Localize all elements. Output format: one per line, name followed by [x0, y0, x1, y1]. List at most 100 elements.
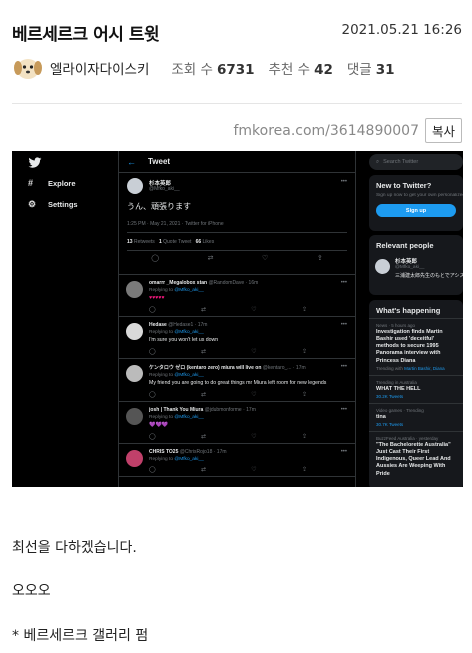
avatar[interactable] [126, 450, 143, 468]
reply-tweet[interactable]: ••• josh | Thank You Miura @jdubmonforme … [119, 402, 355, 445]
more-icon[interactable]: ••• [341, 322, 347, 328]
permalink[interactable]: fmkorea.com/3614890007 [233, 123, 419, 139]
relevant-people-panel: Relevant people 杉本英郎 @Mfko_aki__ 三浦建太郎先生… [369, 235, 463, 295]
trend-item[interactable]: BuzzFeed Australia · yesterday "The Bache… [369, 430, 463, 483]
reply-actions: ◯ ⇄ ♡ ⇪ [149, 466, 347, 473]
author-row: 엘라이자다이스키 조회 수 6731 추천 수 42 댓글 31 [12, 54, 462, 82]
avatar[interactable] [127, 178, 143, 194]
divider [127, 232, 347, 233]
reply-icon[interactable]: ◯ [149, 391, 156, 398]
retweet-icon[interactable]: ⇄ [201, 306, 206, 313]
signup-button[interactable]: Sign up [376, 204, 456, 217]
trends-panel: What's happening News · 5 hours ago Inves… [369, 300, 463, 487]
signup-subtitle: Sign up now to get your own personalized… [376, 193, 463, 198]
trend-item[interactable]: Trending in Australia WHAT THE HELL 30.2K… [369, 374, 463, 403]
twitter-bird-icon[interactable] [28, 157, 42, 169]
replying-to: Replying to @Mfko_aki__ [149, 330, 204, 336]
gear-icon: ⚙ [28, 199, 37, 209]
reply-actions: ◯ ⇄ ♡ ⇪ [149, 391, 347, 398]
comment-count[interactable]: 댓글 31 [347, 58, 395, 78]
avatar[interactable] [126, 281, 143, 298]
signup-panel: New to Twitter? Sign up now to get your … [369, 175, 463, 231]
share-icon[interactable]: ⇪ [317, 254, 323, 262]
reply-tweet[interactable]: ••• ケンタロウ ゼロ (kentaro zero) miura will li… [119, 359, 355, 403]
reply-text: ♥♥♥♥♥ [149, 295, 165, 301]
twitter-screenshot: # Explore ⚙ Settings ← Tweet 杉本英郎 @Mfko_ak… [12, 151, 463, 487]
back-arrow-icon[interactable]: ← [127, 157, 136, 167]
tweet-text: うん、頑張ります [127, 202, 191, 211]
trend-category: Video games · Trending [376, 407, 424, 413]
reply-icon[interactable]: ◯ [149, 433, 156, 440]
trends-title: What's happening [376, 306, 441, 315]
more-icon[interactable]: ••• [341, 280, 347, 286]
like-icon[interactable]: ♡ [251, 433, 256, 440]
nav-settings[interactable]: ⚙ Settings [28, 199, 78, 210]
reply-actions: ◯ ⇄ ♡ ⇪ [149, 433, 347, 440]
reply-icon[interactable]: ◯ [149, 348, 156, 355]
reply-icon[interactable]: ◯ [149, 306, 156, 313]
like-icon[interactable]: ♡ [262, 254, 268, 262]
avatar[interactable] [12, 54, 44, 82]
more-icon[interactable]: ••• [341, 449, 347, 455]
like-icon[interactable]: ♡ [251, 348, 256, 355]
relevant-person[interactable]: 杉本英郎 @Mfko_aki__ 三浦建太郎先生のもとでアシスタントの仕事をして… [369, 253, 463, 283]
reply-author: josh | Thank You Miura @jdubmonforme · 1… [149, 407, 256, 414]
replying-to: Replying to @Mfko_aki__ [149, 457, 204, 463]
tweet-actions: ◯ ⇄ ♡ ⇪ [127, 254, 347, 262]
share-icon[interactable]: ⇪ [302, 466, 307, 473]
tweet-author-handle[interactable]: @Mfko_aki__ [149, 186, 180, 192]
share-icon[interactable]: ⇪ [302, 391, 307, 398]
avatar[interactable] [126, 323, 143, 341]
reply-tweet[interactable]: ••• omarrr _Megalobox stan @RandomDave · … [119, 275, 355, 318]
trend-category: Trending in Australia [376, 379, 417, 385]
nav-explore[interactable]: # Explore [28, 178, 76, 188]
author-nickname[interactable]: 엘라이자다이스키 [50, 58, 149, 78]
trend-category: BuzzFeed Australia · yesterday [376, 435, 439, 441]
trend-list: News · 5 hours ago Investigation finds Ma… [369, 318, 463, 483]
avatar[interactable] [375, 259, 390, 274]
reply-tweet[interactable]: ••• Hedase @Hedase1 · 17m Replying to @Mfk… [119, 317, 355, 360]
reply-text: I'm sure you won't let us down [149, 337, 219, 344]
reply-author: Hedase @Hedase1 · 17m [149, 322, 208, 329]
trend-item[interactable]: News · 5 hours ago Investigation finds Ma… [369, 318, 463, 375]
retweet-icon[interactable]: ⇄ [201, 348, 206, 355]
divider [127, 250, 347, 251]
reply-icon[interactable]: ◯ [151, 254, 159, 262]
avatar[interactable] [126, 365, 143, 383]
search-input[interactable]: ⌕ Search Twitter [369, 154, 463, 170]
reply-text: 💜💜💜 [149, 422, 169, 429]
trend-title: tina [376, 413, 386, 420]
retweet-icon[interactable]: ⇄ [201, 466, 206, 473]
reply-text: My friend you are going to do great thin… [149, 380, 327, 387]
like-icon[interactable]: ♡ [251, 306, 256, 313]
copy-button[interactable]: 복사 [424, 118, 462, 143]
share-icon[interactable]: ⇪ [302, 348, 307, 355]
more-icon[interactable]: ••• [341, 179, 347, 185]
more-icon[interactable]: ••• [341, 407, 347, 413]
share-icon[interactable]: ⇪ [302, 433, 307, 440]
reply-icon[interactable]: ◯ [149, 466, 156, 473]
reply-author: CHRIS TO25 @ChrisRojo18 · 17m [149, 449, 227, 456]
reply-tweet[interactable]: ••• CHRIS TO25 @ChrisRojo18 · 17m Replying… [119, 444, 355, 478]
like-icon[interactable]: ♡ [251, 466, 256, 473]
tweet-meta: 1:25 PM · May 21, 2021 · Twitter for iPh… [127, 221, 224, 227]
body-line: * 베르세르크 갤러리 펌 [12, 628, 149, 644]
avatar[interactable] [126, 408, 143, 426]
share-icon[interactable]: ⇪ [302, 306, 307, 313]
reply-actions: ◯ ⇄ ♡ ⇪ [149, 348, 347, 355]
search-icon: ⌕ [376, 158, 380, 165]
retweet-icon[interactable]: ⇄ [208, 254, 214, 262]
replying-to: Replying to @Mfko_aki__ [149, 415, 204, 421]
trend-title: WHAT THE HELL [376, 385, 421, 392]
hashtag-icon: # [28, 178, 34, 188]
retweet-icon[interactable]: ⇄ [201, 433, 206, 440]
retweet-icon[interactable]: ⇄ [201, 391, 206, 398]
body-line: 오오오 [12, 583, 51, 599]
relevant-title: Relevant people [376, 241, 434, 250]
trend-item[interactable]: Video games · Trending tina 30.7K Tweets [369, 402, 463, 431]
trend-context: 30.7K Tweets [376, 421, 404, 427]
more-icon[interactable]: ••• [341, 364, 347, 370]
tweet-header: ← Tweet [119, 151, 355, 173]
like-icon[interactable]: ♡ [251, 391, 256, 398]
signup-title: New to Twitter? [376, 181, 432, 190]
